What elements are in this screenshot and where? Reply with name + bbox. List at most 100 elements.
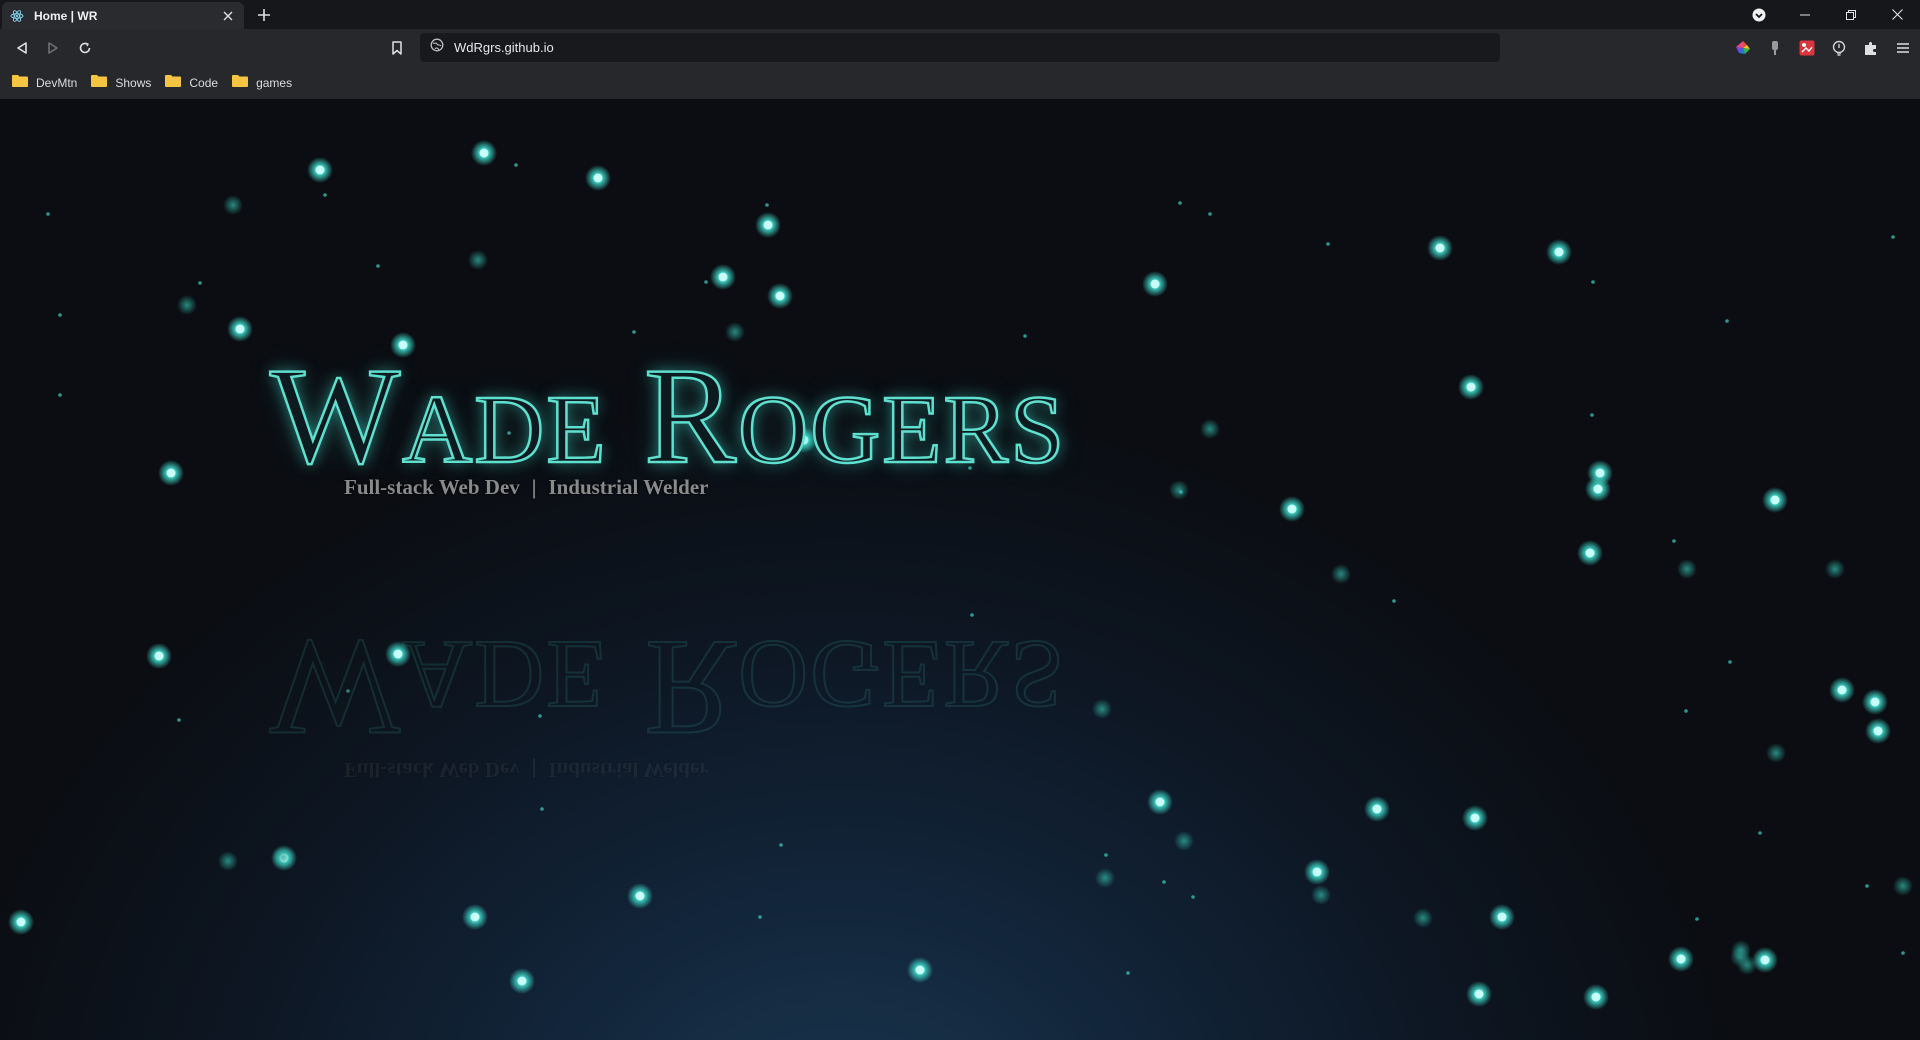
particle-core	[1585, 548, 1595, 558]
particle-core	[763, 220, 773, 230]
folder-icon	[91, 74, 108, 92]
particle-core	[1150, 279, 1160, 289]
particle-dim	[1331, 564, 1351, 584]
particle-tiny	[514, 163, 518, 167]
particle-tiny	[1591, 280, 1595, 284]
tab-close-icon[interactable]	[220, 8, 236, 24]
site-info-icon[interactable]	[430, 38, 444, 57]
new-tab-icon[interactable]	[254, 5, 274, 25]
minimize-icon[interactable]	[1782, 0, 1828, 29]
particle-core	[1595, 468, 1605, 478]
back-icon[interactable]	[11, 37, 33, 59]
pin-extension-icon[interactable]	[1764, 37, 1786, 59]
particle-core	[775, 291, 785, 301]
particle-core	[1470, 813, 1480, 823]
particle-core	[517, 976, 527, 986]
particle-core	[1837, 685, 1847, 695]
tab-title: Home | WR	[34, 8, 98, 23]
bookmark-folder-games[interactable]: games	[232, 71, 292, 95]
subtitle-role-2: Industrial Welder	[548, 475, 709, 499]
bookmark-icon[interactable]	[386, 37, 408, 59]
folder-icon	[232, 74, 249, 92]
particle-tiny	[198, 281, 202, 285]
hero-logo: Wade Rogers Full-stack Web Dev | Industria…	[269, 345, 1070, 500]
react-icon	[10, 9, 24, 23]
bookmark-folder-shows[interactable]: Shows	[91, 71, 151, 95]
reload-icon[interactable]	[74, 37, 96, 59]
hero-logo-reflection: Full-stack Web Dev | Industrial Welder Wad…	[269, 611, 1070, 782]
window-controls	[1736, 0, 1920, 29]
particle-core	[1466, 382, 1476, 392]
particle-dim	[1174, 831, 1194, 851]
page-viewport: Wade Rogers Full-stack Web Dev | Industria…	[0, 99, 1920, 1040]
particle-tiny	[1865, 884, 1869, 888]
subtitle-separator: |	[531, 475, 537, 499]
particle-dim	[1200, 419, 1220, 439]
particle-tiny	[58, 393, 62, 397]
particle-core	[635, 891, 645, 901]
red-extension-icon[interactable]	[1796, 37, 1818, 59]
particle-tiny	[1208, 212, 1212, 216]
particle-core	[1770, 495, 1780, 505]
particle-tiny	[177, 718, 181, 722]
close-icon[interactable]	[1874, 0, 1920, 29]
address-bar[interactable]: WdRgrs.github.io	[420, 33, 1500, 62]
bookmark-folder-devmtn[interactable]: DevMtn	[12, 71, 77, 95]
particle-dim	[1095, 868, 1115, 888]
particle-dim	[177, 295, 197, 315]
particle-dim	[1825, 559, 1845, 579]
particle-core	[1287, 504, 1297, 514]
menu-icon[interactable]	[1892, 37, 1914, 59]
particle-core	[16, 917, 26, 927]
particle-tiny	[1684, 709, 1688, 713]
folder-icon	[165, 74, 182, 92]
tab-strip: Home | WR	[0, 0, 1920, 29]
browser-chrome: Home | WR WdRgrs.github.io DevMtn Shows …	[0, 0, 1920, 99]
particle-core	[479, 148, 489, 158]
particle-tiny	[540, 807, 544, 811]
reflection-name: Wade Rogers	[269, 611, 1067, 766]
particle-core	[1497, 912, 1507, 922]
bookmark-label: games	[256, 75, 293, 90]
particle-tiny	[704, 280, 708, 284]
particle-core	[1435, 243, 1445, 253]
particle-dim	[1893, 876, 1913, 896]
forward-icon[interactable]	[42, 37, 64, 59]
particle-core	[1474, 989, 1484, 999]
particle-tiny	[632, 330, 636, 334]
tab-home[interactable]: Home | WR	[2, 2, 244, 29]
particle-field	[8, 140, 1913, 1010]
bookmark-folder-code[interactable]: Code	[165, 71, 218, 95]
particle-core	[1312, 867, 1322, 877]
colorful-extension-icon[interactable]	[1732, 37, 1754, 59]
subtitle-role-1: Full-stack Web Dev	[344, 475, 520, 499]
particle-tiny	[1590, 413, 1594, 417]
particle-core	[1372, 804, 1382, 814]
url-text: WdRgrs.github.io	[454, 40, 554, 55]
folder-icon	[12, 74, 28, 92]
particle-tiny	[1901, 951, 1905, 955]
particle-core	[1155, 797, 1165, 807]
lightbulb-extension-icon[interactable]	[1828, 37, 1850, 59]
particle-dim	[468, 250, 488, 270]
particle-core	[315, 165, 325, 175]
profile-menu-icon[interactable]	[1736, 0, 1782, 29]
particle-tiny	[58, 313, 62, 317]
particle-core	[915, 965, 925, 975]
particle-tiny	[1392, 599, 1396, 603]
particle-tiny	[1725, 319, 1729, 323]
puzzle-icon[interactable]	[1860, 37, 1882, 59]
toolbar: WdRgrs.github.io	[0, 29, 1920, 66]
particle-dim	[1092, 699, 1112, 719]
particle-dim	[1766, 743, 1786, 763]
particle-tiny	[1728, 660, 1732, 664]
bookmarks-bar: DevMtn Shows Code games	[0, 66, 1920, 99]
bookmark-label: DevMtn	[36, 75, 78, 90]
particle-tiny	[1695, 917, 1699, 921]
extensions-bar	[1732, 35, 1914, 61]
restore-icon[interactable]	[1828, 0, 1874, 29]
particle-dim	[218, 851, 238, 871]
particle-tiny	[1191, 895, 1195, 899]
particle-tiny	[1758, 831, 1762, 835]
particle-dim	[1413, 908, 1433, 928]
